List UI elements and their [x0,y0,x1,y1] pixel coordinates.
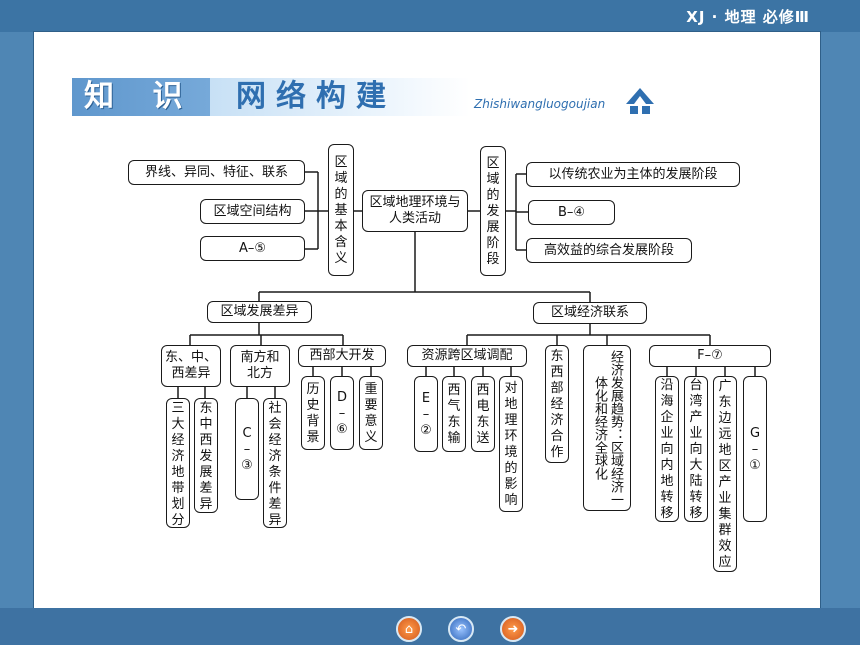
box-a5: A–⑤ [200,236,305,261]
vtext-guangdong: 广东边远地区产业集群效应 [718,379,732,570]
box-power-transfer: 西电东送 [471,376,495,452]
box-east-west-cooperation: 东西部经济合作 [545,345,569,463]
vtext-coastal: 沿海企业向内地转移 [660,378,674,521]
vtext-history: 历史背景 [306,382,320,445]
vtext-power: 西电东送 [476,383,490,446]
box-guangdong-cluster: 广东边远地区产业集群效应 [713,376,737,572]
box-coastal-transfer: 沿海企业向内地转移 [655,376,679,522]
box-center-topic: 区域地理环境与人类活动 [362,190,468,232]
box-globalization: 经济发展趋势：区域经济一体化和经济全球化 [583,345,631,511]
box-g1: G–① [743,376,767,522]
box-c3: C–③ [235,398,259,500]
box-high-efficiency: 高效益的综合发展阶段 [526,238,692,263]
box-spatial-structure: 区域空间结构 [200,199,305,224]
vtext-g1: G–① [749,426,761,473]
vtext-taiwan: 台湾产业向大陆转移 [689,378,703,521]
vtext-cooperation: 东西部经济合作 [550,349,564,460]
box-significance: 重要意义 [359,376,383,450]
vtext-region-meaning: 区域的基本含义 [334,155,348,266]
box-e2: E–② [414,376,438,452]
back-icon[interactable]: ↶ [448,616,474,642]
box-env-impact: 对地理环境的影响 [499,376,523,512]
box-west-development: 西部大开发 [298,345,386,367]
box-d6: D–⑥ [330,376,354,450]
box-dev-stages: 区域的发展阶段 [480,146,506,276]
box-region-meaning: 区域的基本含义 [328,144,354,276]
box-boundaries-features: 界线、异同、特征、联系 [128,160,305,185]
vtext-gas: 西气东输 [447,383,461,446]
home-icon[interactable]: ⌂ [396,616,422,642]
box-emw-diff: 东中西发展差异 [194,398,218,513]
box-three-belts: 三大经济地带划分 [166,398,190,528]
vtext-three-belts: 三大经济地带划分 [171,401,185,528]
forward-icon[interactable]: ➜ [500,616,526,642]
box-economic-link: 区域经济联系 [533,302,647,324]
box-gas-transfer: 西气东输 [442,376,466,452]
box-history: 历史背景 [301,376,325,450]
footer-bar [0,608,860,645]
vtext-dev-stages: 区域的发展阶段 [486,156,500,267]
box-socio-economic: 社会经济条件差异 [263,398,287,528]
box-taiwan-transfer: 台湾产业向大陆转移 [684,376,708,522]
box-south-north: 南方和北方 [230,345,290,387]
vtext-impact: 对地理环境的影响 [504,381,518,508]
box-f7: F–⑦ [649,345,771,367]
vtext-e2: E–② [420,391,432,438]
vtext-d6: D–⑥ [336,390,348,437]
vtext-c3: C–③ [241,426,253,473]
box-resource-allocation: 资源跨区域调配 [407,345,527,367]
box-east-mid-west: 东、中、西差异 [161,345,221,387]
vtext-significance: 重要意义 [364,382,378,445]
box-regional-difference: 区域发展差异 [207,301,312,323]
vtext-emw-diff: 东中西发展差异 [199,401,213,512]
vtext-socio-economic: 社会经济条件差异 [268,401,282,528]
box-traditional-agriculture: 以传统农业为主体的发展阶段 [526,162,740,187]
box-b4: B–④ [528,200,615,225]
